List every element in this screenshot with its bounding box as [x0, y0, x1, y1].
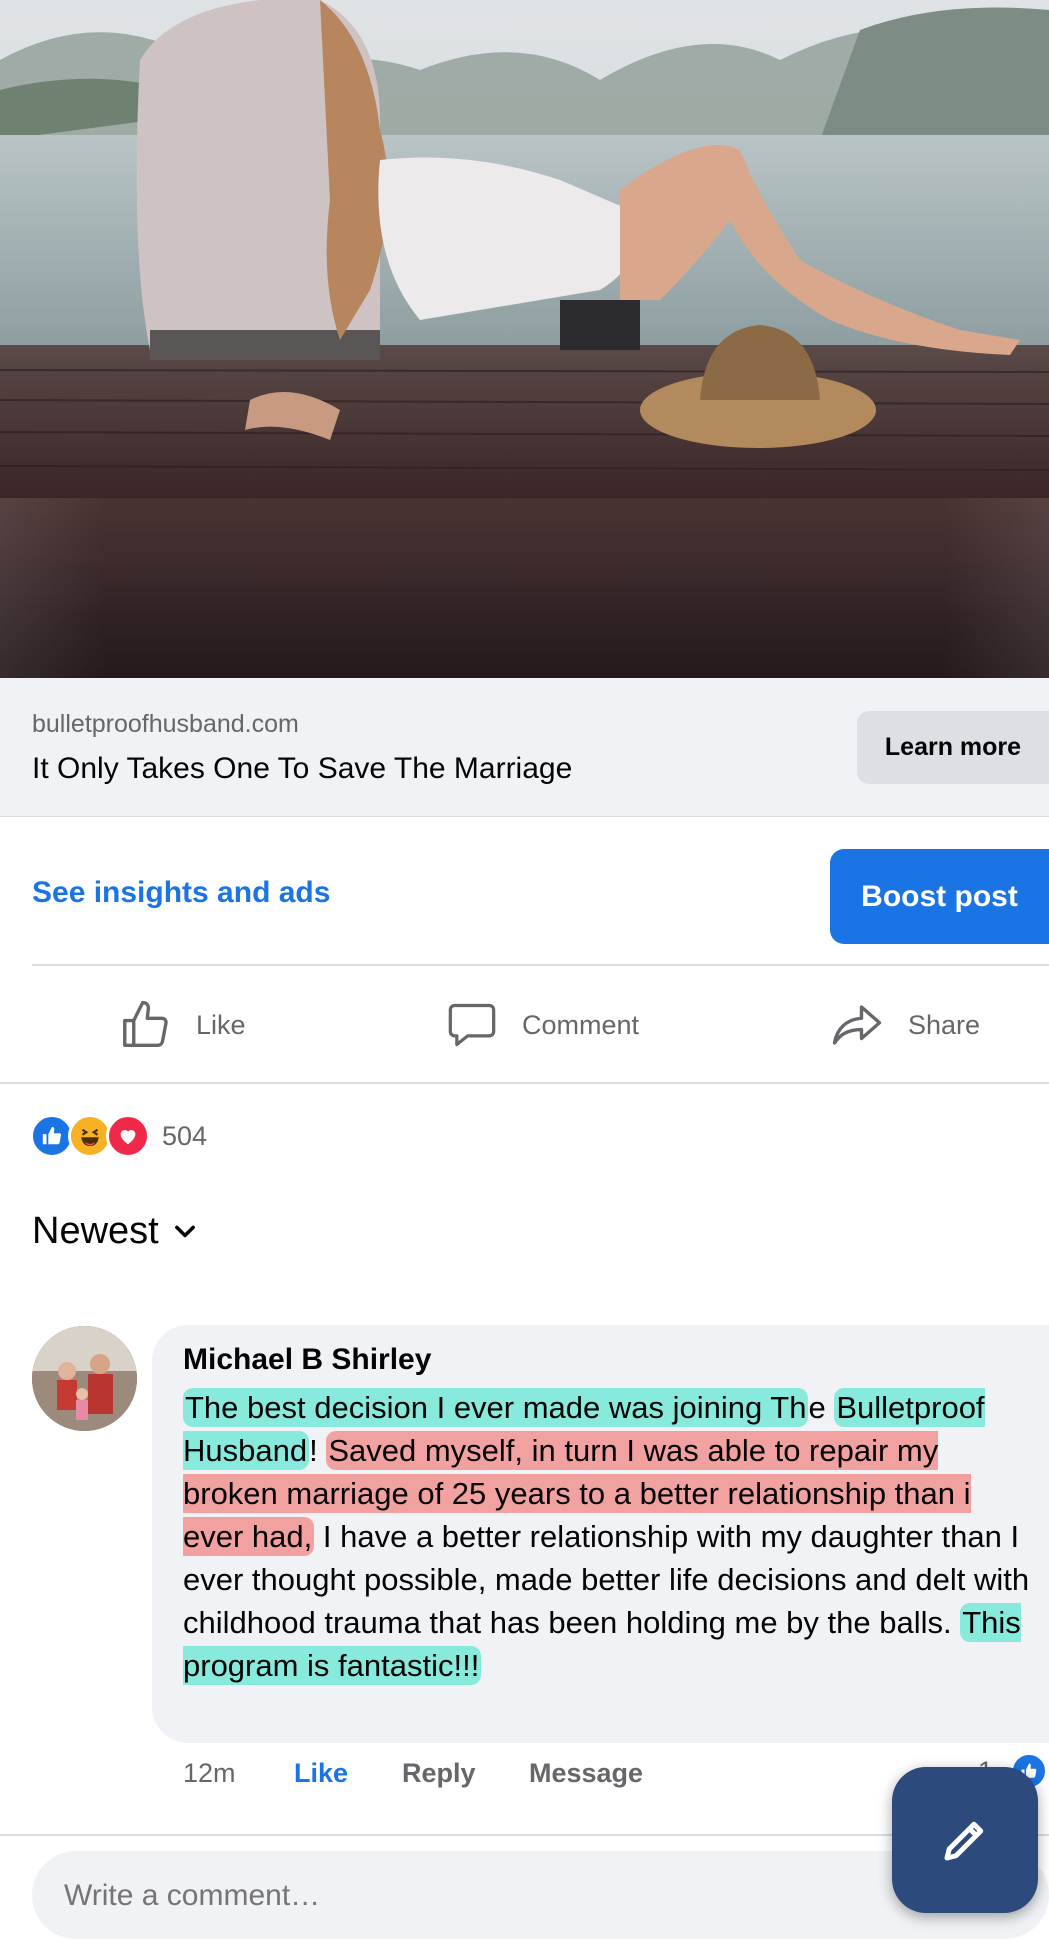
comment-icon [448, 1003, 496, 1047]
link-title[interactable]: It Only Takes One To Save The Marriage [32, 752, 572, 786]
comment-button[interactable]: Comment [446, 990, 639, 1060]
see-insights-link[interactable]: See insights and ads [32, 876, 330, 910]
comment-label: Comment [522, 1009, 640, 1040]
comment-timestamp: 12m [183, 1758, 236, 1788]
chevron-down-icon [174, 1225, 195, 1237]
reaction-count: 504 [162, 1120, 208, 1151]
post-photo[interactable] [0, 0, 1049, 498]
thumbs-up-icon [123, 1000, 168, 1047]
learn-more-button[interactable]: Learn more [857, 711, 1049, 784]
divider [32, 964, 1049, 966]
photo-shadow [0, 498, 1049, 678]
comment-text: The best decision I ever made was joinin… [183, 1386, 1033, 1687]
comment-segment: e [808, 1390, 835, 1425]
share-label: Share [908, 1009, 981, 1040]
like-label: Like [196, 1009, 246, 1040]
like-button[interactable]: Like [118, 990, 246, 1060]
sort-label: Newest [32, 1210, 159, 1252]
share-icon [832, 1005, 882, 1045]
comment-author[interactable]: Michael B Shirley [183, 1343, 431, 1377]
comment-segment: ! [309, 1433, 327, 1468]
share-button[interactable]: Share [830, 990, 980, 1060]
comment-sort-dropdown[interactable]: Newest [32, 1210, 199, 1253]
comment-like-button[interactable]: Like [294, 1758, 348, 1789]
compose-post-button[interactable] [892, 1767, 1038, 1913]
avatar[interactable] [32, 1326, 137, 1431]
comment-reply-button[interactable]: Reply [402, 1758, 476, 1789]
pencil-icon [944, 1821, 984, 1861]
love-icon [106, 1114, 150, 1158]
divider [0, 1082, 1049, 1084]
link-domain: bulletproofhusband.com [32, 710, 299, 738]
comment-input[interactable] [64, 1874, 844, 1918]
comment-message-button[interactable]: Message [529, 1758, 643, 1789]
reaction-summary[interactable]: 504 [30, 1113, 207, 1159]
boost-post-button[interactable]: Boost post [830, 849, 1049, 944]
comment-segment: The best decision I ever made was joinin… [183, 1388, 809, 1427]
